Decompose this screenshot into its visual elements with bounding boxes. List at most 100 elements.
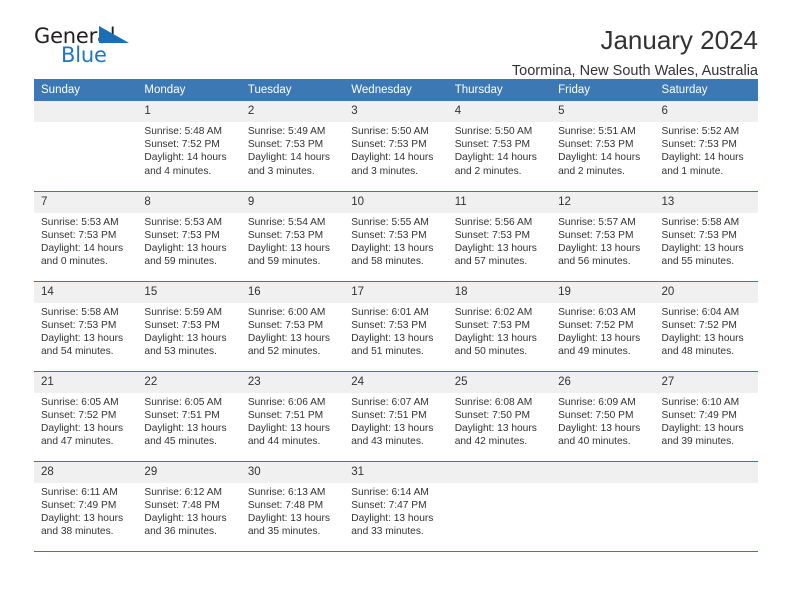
- weekday-header-sunday: Sunday: [34, 79, 138, 101]
- day-number: 2: [240, 101, 345, 122]
- calendar-day-cell[interactable]: 5 Sunrise: 5:51 AM Sunset: 7:53 PM Daylight…: [551, 101, 655, 192]
- calendar-day-cell[interactable]: 20 Sunrise: 6:04 AM Sunset: 7:52 PM Dayligh…: [654, 281, 758, 372]
- calendar-cell-inner: 31 Sunrise: 6:14 AM Sunset: 7:47 PM Dayligh…: [344, 461, 448, 551]
- daylight-duration-line2: and 52 minutes.: [247, 346, 321, 358]
- daylight-duration-line1: Daylight: 13 hours: [454, 242, 537, 254]
- sunset-time: Sunset: 7:49 PM: [41, 499, 117, 511]
- sunrise-time: Sunrise: 6:00 AM: [247, 306, 326, 318]
- calendar-day-cell[interactable]: 10 Sunrise: 5:55 AM Sunset: 7:53 PM Dayligh…: [344, 191, 448, 282]
- calendar-day-cell[interactable]: 2 Sunrise: 5:49 AM Sunset: 7:53 PM Daylight…: [240, 101, 345, 192]
- calendar-day-cell[interactable]: 18 Sunrise: 6:02 AM Sunset: 7:53 PM Dayligh…: [447, 281, 552, 372]
- daylight-duration-line1: Daylight: 14 hours: [661, 152, 744, 164]
- day-number: 14: [34, 281, 138, 303]
- day-number: [551, 461, 655, 483]
- calendar-cell-inner: 9 Sunrise: 5:54 AM Sunset: 7:53 PM Daylight…: [240, 191, 345, 281]
- calendar-day-cell[interactable]: 19 Sunrise: 6:03 AM Sunset: 7:52 PM Dayligh…: [551, 281, 655, 372]
- calendar-day-cell[interactable]: 25 Sunrise: 6:08 AM Sunset: 7:50 PM Dayligh…: [447, 371, 552, 462]
- day-number: 20: [654, 281, 758, 303]
- sunrise-time: Sunrise: 5:50 AM: [351, 126, 429, 137]
- calendar-day-cell[interactable]: 3 Sunrise: 5:50 AM Sunset: 7:53 PM Daylight…: [344, 101, 448, 192]
- calendar-day-cell[interactable]: 28 Sunrise: 6:11 AM Sunset: 7:49 PM Dayligh…: [34, 461, 138, 552]
- sunrise-time: Sunrise: 6:03 AM: [558, 306, 636, 318]
- calendar-week-row: 21 Sunrise: 6:05 AM Sunset: 7:52 PM Dayligh…: [34, 371, 758, 462]
- calendar-day-cell[interactable]: 22 Sunrise: 6:05 AM Sunset: 7:51 PM Dayligh…: [137, 371, 241, 462]
- daylight-duration-line2: and 58 minutes.: [351, 256, 424, 268]
- sunrise-time: Sunrise: 6:10 AM: [661, 396, 740, 408]
- daylight-duration-line1: Daylight: 13 hours: [41, 422, 124, 434]
- calendar-day-cell[interactable]: 15 Sunrise: 5:59 AM Sunset: 7:53 PM Dayligh…: [137, 281, 241, 372]
- calendar-cell-inner: 19 Sunrise: 6:03 AM Sunset: 7:52 PM Dayligh…: [551, 281, 655, 371]
- day-number: 4: [447, 101, 552, 122]
- daylight-duration-line1: Daylight: 14 hours: [558, 152, 641, 164]
- daylight-duration-line2: and 51 minutes.: [351, 346, 424, 358]
- sunset-time: Sunset: 7:48 PM: [247, 499, 324, 511]
- calendar-day-cell[interactable]: 27 Sunrise: 6:10 AM Sunset: 7:49 PM Dayligh…: [654, 371, 758, 462]
- sunrise-time: Sunrise: 5:59 AM: [144, 306, 223, 318]
- daylight-duration-line2: and 42 minutes.: [454, 436, 528, 448]
- sunrise-time: Sunrise: 6:09 AM: [558, 396, 636, 408]
- calendar-cell-inner: [447, 461, 552, 551]
- daylight-duration-line2: and 55 minutes.: [661, 256, 735, 268]
- calendar-cell-inner: 13 Sunrise: 5:58 AM Sunset: 7:53 PM Dayligh…: [654, 191, 758, 281]
- calendar-cell-inner: 15 Sunrise: 5:59 AM Sunset: 7:53 PM Dayligh…: [137, 281, 241, 371]
- daylight-duration-line1: Daylight: 13 hours: [351, 422, 434, 434]
- day-sun-info: Sunrise: 5:50 AM Sunset: 7:53 PM Daylight:…: [344, 122, 447, 178]
- calendar-cell-inner: 8 Sunrise: 5:53 AM Sunset: 7:53 PM Daylight…: [137, 191, 241, 281]
- calendar-day-cell[interactable]: 14 Sunrise: 5:58 AM Sunset: 7:53 PM Dayligh…: [34, 281, 138, 372]
- calendar-day-cell[interactable]: 21 Sunrise: 6:05 AM Sunset: 7:52 PM Dayligh…: [34, 371, 138, 462]
- calendar-day-cell[interactable]: 8 Sunrise: 5:53 AM Sunset: 7:53 PM Daylight…: [137, 191, 241, 282]
- day-sun-info: Sunrise: 6:05 AM Sunset: 7:51 PM Daylight:…: [137, 393, 240, 449]
- calendar-cell-inner: 5 Sunrise: 5:51 AM Sunset: 7:53 PM Daylight…: [551, 101, 655, 190]
- daylight-duration-line2: and 59 minutes.: [247, 256, 321, 268]
- calendar-cell-inner: 6 Sunrise: 5:52 AM Sunset: 7:53 PM Daylight…: [654, 101, 758, 190]
- sunset-time: Sunset: 7:53 PM: [351, 229, 427, 241]
- calendar-day-cell[interactable]: 1 Sunrise: 5:48 AM Sunset: 7:52 PM Daylight…: [137, 101, 241, 192]
- calendar-day-cell[interactable]: 7 Sunrise: 5:53 AM Sunset: 7:53 PM Daylight…: [34, 191, 138, 282]
- daylight-duration-line1: Daylight: 13 hours: [144, 512, 227, 524]
- daylight-duration-line1: Daylight: 14 hours: [351, 152, 434, 164]
- day-sun-info: Sunrise: 6:09 AM Sunset: 7:50 PM Daylight:…: [551, 393, 654, 449]
- calendar-day-cell[interactable]: 4 Sunrise: 5:50 AM Sunset: 7:53 PM Daylight…: [447, 101, 552, 192]
- calendar-day-cell[interactable]: 26 Sunrise: 6:09 AM Sunset: 7:50 PM Dayligh…: [551, 371, 655, 462]
- daylight-duration-line2: and 0 minutes.: [41, 256, 108, 268]
- calendar-day-cell[interactable]: 17 Sunrise: 6:01 AM Sunset: 7:53 PM Dayligh…: [344, 281, 448, 372]
- daylight-duration-line2: and 44 minutes.: [247, 436, 321, 448]
- sunset-time: Sunset: 7:53 PM: [661, 229, 737, 241]
- calendar-day-cell[interactable]: 23 Sunrise: 6:06 AM Sunset: 7:51 PM Dayligh…: [240, 371, 345, 462]
- sunset-time: Sunset: 7:47 PM: [351, 499, 427, 511]
- sunset-time: Sunset: 7:48 PM: [144, 499, 220, 511]
- day-number: 10: [344, 191, 448, 213]
- calendar-day-cell[interactable]: 24 Sunrise: 6:07 AM Sunset: 7:51 PM Dayligh…: [344, 371, 448, 462]
- sunset-time: Sunset: 7:51 PM: [247, 409, 324, 421]
- daylight-duration-line1: Daylight: 13 hours: [247, 422, 330, 434]
- calendar-day-cell[interactable]: 9 Sunrise: 5:54 AM Sunset: 7:53 PM Daylight…: [240, 191, 345, 282]
- calendar-cell-inner: [551, 461, 655, 551]
- day-number: 6: [654, 101, 758, 122]
- calendar-cell-empty: [551, 461, 655, 552]
- calendar-day-cell[interactable]: 6 Sunrise: 5:52 AM Sunset: 7:53 PM Daylight…: [654, 101, 758, 192]
- calendar-day-cell[interactable]: 16 Sunrise: 6:00 AM Sunset: 7:53 PM Dayligh…: [240, 281, 345, 372]
- calendar-day-cell[interactable]: 13 Sunrise: 5:58 AM Sunset: 7:53 PM Dayligh…: [654, 191, 758, 282]
- sunrise-time: Sunrise: 5:58 AM: [661, 216, 740, 228]
- day-sun-info: Sunrise: 6:08 AM Sunset: 7:50 PM Daylight:…: [448, 393, 551, 449]
- sunset-time: Sunset: 7:50 PM: [558, 409, 634, 421]
- calendar-day-cell[interactable]: 31 Sunrise: 6:14 AM Sunset: 7:47 PM Dayligh…: [344, 461, 448, 552]
- daylight-duration-line1: Daylight: 13 hours: [144, 242, 227, 254]
- daylight-duration-line1: Daylight: 14 hours: [454, 152, 537, 164]
- day-sun-info: Sunrise: 6:13 AM Sunset: 7:48 PM Daylight:…: [241, 483, 344, 539]
- day-sun-info: Sunrise: 5:50 AM Sunset: 7:53 PM Daylight:…: [448, 122, 551, 178]
- calendar-cell-inner: 12 Sunrise: 5:57 AM Sunset: 7:53 PM Dayligh…: [551, 191, 655, 281]
- day-number: 3: [344, 101, 448, 122]
- calendar-day-cell[interactable]: 29 Sunrise: 6:12 AM Sunset: 7:48 PM Dayligh…: [137, 461, 241, 552]
- day-sun-info: Sunrise: 5:54 AM Sunset: 7:53 PM Daylight:…: [241, 213, 344, 269]
- calendar-cell-empty: [34, 101, 138, 192]
- day-sun-info: Sunrise: 5:56 AM Sunset: 7:53 PM Daylight:…: [448, 213, 551, 269]
- calendar-week-row: 1 Sunrise: 5:48 AM Sunset: 7:52 PM Daylight…: [34, 101, 758, 192]
- daylight-duration-line1: Daylight: 13 hours: [454, 332, 537, 344]
- day-sun-info: Sunrise: 6:04 AM Sunset: 7:52 PM Daylight:…: [655, 303, 758, 359]
- calendar-day-cell[interactable]: 30 Sunrise: 6:13 AM Sunset: 7:48 PM Dayligh…: [240, 461, 345, 552]
- daylight-duration-line2: and 43 minutes.: [351, 436, 424, 448]
- calendar-day-cell[interactable]: 11 Sunrise: 5:56 AM Sunset: 7:53 PM Dayligh…: [447, 191, 552, 282]
- calendar-cell-inner: 23 Sunrise: 6:06 AM Sunset: 7:51 PM Dayligh…: [240, 371, 345, 461]
- calendar-day-cell[interactable]: 12 Sunrise: 5:57 AM Sunset: 7:53 PM Dayligh…: [551, 191, 655, 282]
